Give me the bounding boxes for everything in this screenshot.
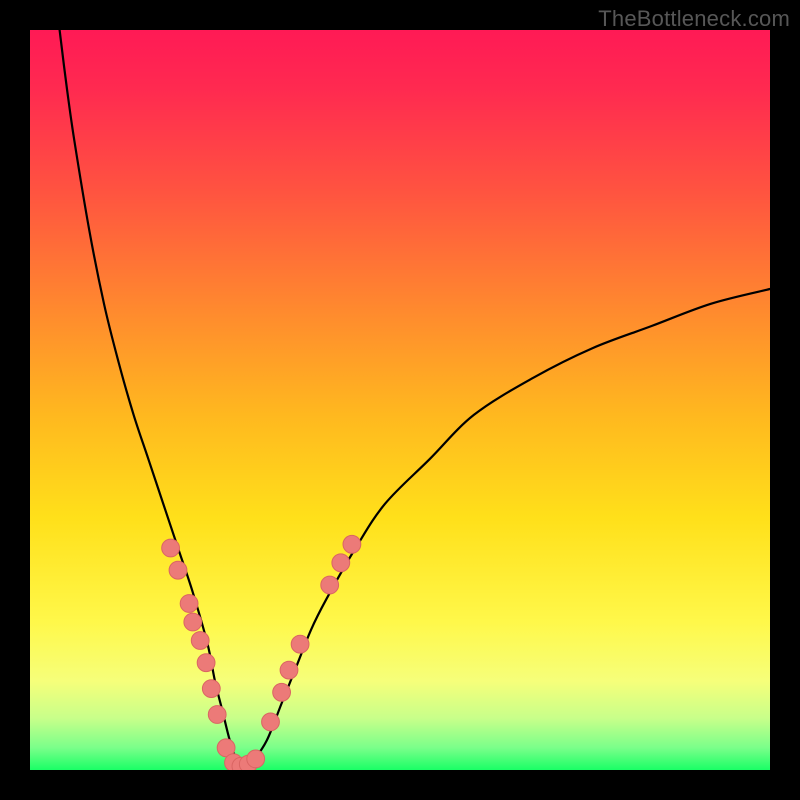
data-marker	[247, 750, 265, 768]
data-marker	[191, 632, 209, 650]
chart-frame: TheBottleneck.com	[0, 0, 800, 800]
data-marker	[184, 613, 202, 631]
bottleneck-curve	[60, 30, 770, 770]
data-marker	[291, 635, 309, 653]
plot-area	[30, 30, 770, 770]
data-marker	[208, 706, 226, 724]
data-marker	[332, 554, 350, 572]
data-marker	[262, 713, 280, 731]
data-marker	[197, 654, 215, 672]
data-marker	[162, 539, 180, 557]
data-marker	[280, 661, 298, 679]
curve-svg	[30, 30, 770, 770]
watermark-text: TheBottleneck.com	[598, 6, 790, 32]
data-marker	[273, 683, 291, 701]
data-marker	[180, 595, 198, 613]
data-marker	[169, 561, 187, 579]
data-marker	[321, 576, 339, 594]
data-markers	[162, 535, 361, 770]
data-marker	[343, 535, 361, 553]
data-marker	[202, 680, 220, 698]
